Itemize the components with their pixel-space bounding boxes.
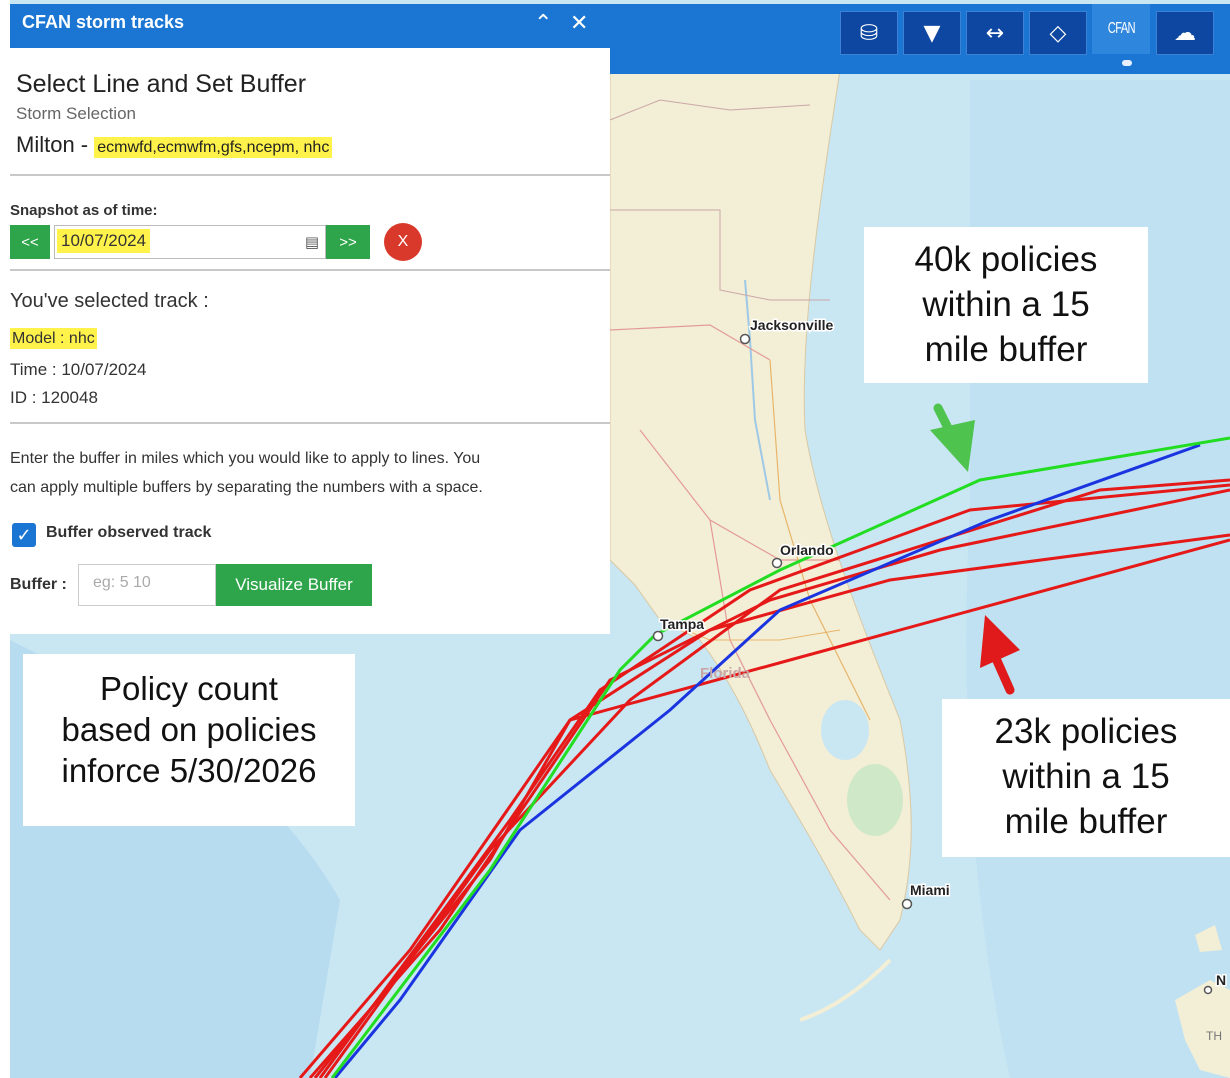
buffer-instructions: Enter the buffer in miles which you woul… <box>10 444 610 502</box>
callout-line: Policy count <box>100 670 278 707</box>
city-marker-miami <box>901 898 913 910</box>
callout-line: inforce 5/30/2026 <box>61 752 317 789</box>
snapshot-date-value: 10/07/2024 <box>57 229 151 253</box>
panel-heading: Select Line and Set Buffer <box>16 70 307 98</box>
collapse-icon[interactable]: ⌃ <box>534 11 552 36</box>
storm-models: ecmwfd,ecmwfm,gfs,ncepm, nhc <box>94 137 333 158</box>
panel-header: CFAN storm tracks ⌃ ✕ <box>10 4 610 48</box>
close-icon[interactable]: ✕ <box>570 11 588 36</box>
label-tampa: Tampa <box>660 616 704 632</box>
model-line: Model : nhc <box>10 328 97 349</box>
callout-line: mile buffer <box>924 330 1088 369</box>
callout-23k-policies: 23k policies within a 15 mile buffer <box>942 699 1230 857</box>
prev-date-button[interactable]: << <box>10 225 50 259</box>
label-orlando: Orlando <box>780 542 834 558</box>
city-marker-tampa <box>652 630 664 642</box>
label-edge-th: TH <box>1206 1029 1222 1043</box>
map-toolbar: ⛁ ▼ ↔ ◇ CFAN ☁ <box>610 4 1230 74</box>
storm-tracks-panel: CFAN storm tracks ⌃ ✕ Select Line and Se… <box>10 4 610 634</box>
measure-icon: ↔ <box>985 20 1005 46</box>
label-florida: Florida <box>700 665 751 682</box>
storm-selection: Milton - ecmwfd,ecmwfm,gfs,ncepm, nhc <box>16 132 333 158</box>
divider <box>10 422 610 424</box>
locate-tool-button[interactable]: ◇ <box>1029 11 1087 55</box>
callout-line: mile buffer <box>1004 802 1168 841</box>
callout-line: based on policies <box>61 711 317 748</box>
calendar-icon[interactable]: ▤ <box>305 233 319 251</box>
label-miami: Miami <box>910 882 950 898</box>
callout-policy-count-note: Policy count based on policies inforce 5… <box>23 654 355 826</box>
snapshot-date-field[interactable]: 10/07/2024 ▤ <box>54 225 326 259</box>
selected-track-heading: You've selected track : <box>10 290 209 312</box>
instructions-line-1: Enter the buffer in miles which you woul… <box>10 450 481 467</box>
visualize-buffer-button[interactable]: Visualize Buffer <box>216 564 372 606</box>
cfan-tool-button[interactable]: CFAN <box>1092 4 1150 54</box>
divider <box>10 174 610 176</box>
storm-tool-button[interactable]: ☁ <box>1156 11 1214 55</box>
label-edge-n: N <box>1216 972 1226 988</box>
instructions-line-2: can apply multiple buffers by separating… <box>10 479 483 496</box>
clear-button[interactable]: X <box>384 223 422 261</box>
callout-line: 40k policies <box>914 240 1098 279</box>
id-line: ID : 120048 <box>10 388 98 407</box>
snapshot-label: Snapshot as of time: <box>10 202 158 219</box>
cfan-icon: CFAN <box>1107 20 1135 37</box>
storm-selection-label: Storm Selection <box>16 104 136 123</box>
active-tool-indicator <box>1122 60 1132 66</box>
buffer-observed-checkbox[interactable]: ✓ <box>12 523 36 547</box>
callout-40k-policies: 40k policies within a 15 mile buffer <box>864 227 1148 383</box>
callout-line: 23k policies <box>994 712 1178 751</box>
callout-line: within a 15 <box>1002 757 1170 796</box>
divider <box>10 269 610 271</box>
city-marker-jacksonville <box>739 333 751 345</box>
buffer-input[interactable]: eg: 5 10 <box>78 564 216 606</box>
label-jacksonville: Jacksonville <box>750 317 833 333</box>
next-date-button[interactable]: >> <box>326 225 370 259</box>
database-icon: ⛁ <box>859 20 879 46</box>
buffer-label: Buffer : <box>10 576 67 593</box>
filter-tool-button[interactable]: ▼ <box>903 11 961 55</box>
time-line: Time : 10/07/2024 <box>10 360 147 379</box>
panel-title: CFAN storm tracks <box>22 12 185 32</box>
storm-name: Milton - <box>16 132 95 157</box>
storm-icon: ☁ <box>1174 20 1196 46</box>
buffer-observed-label: Buffer observed track <box>46 524 212 541</box>
measure-tool-button[interactable]: ↔ <box>966 11 1024 55</box>
locate-icon: ◇ <box>1049 20 1067 46</box>
city-marker-orlando <box>771 557 783 569</box>
database-tool-button[interactable]: ⛁ <box>840 11 898 55</box>
filter-icon: ▼ <box>923 20 941 46</box>
callout-line: within a 15 <box>922 285 1090 324</box>
